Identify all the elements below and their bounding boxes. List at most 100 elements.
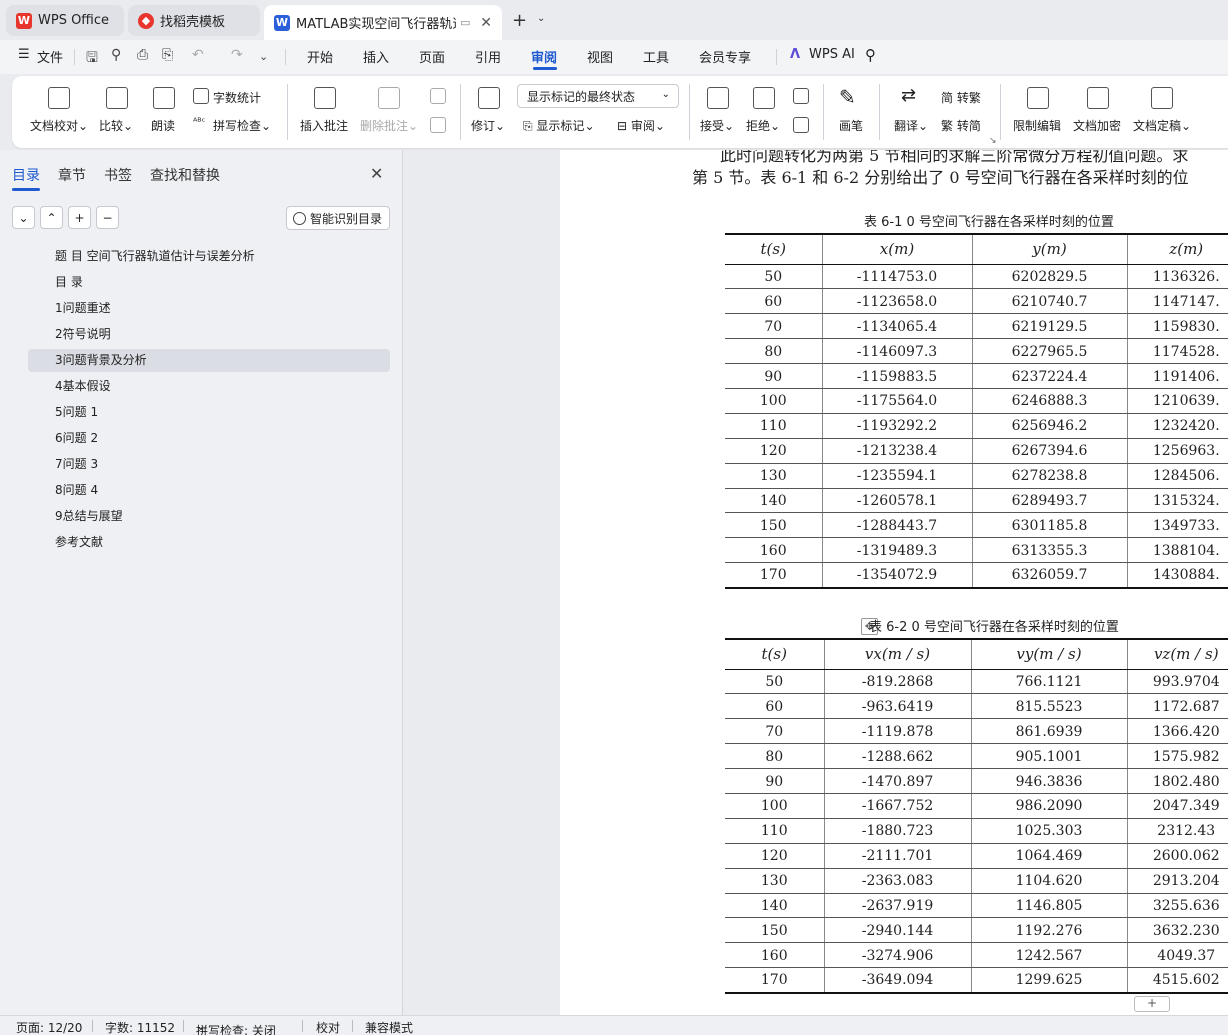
collapse-all-button[interactable]: ⌃ <box>40 206 63 229</box>
toc-item[interactable]: 题 目 空间飞行器轨道估计与误差分析 <box>28 245 390 268</box>
table-cell[interactable]: 160 <box>725 537 823 564</box>
table-cell[interactable]: 815.5523 <box>971 693 1128 720</box>
reject-button[interactable]: 拒绝⌄ <box>746 117 780 134</box>
table-cell[interactable]: 120 <box>725 438 823 464</box>
toc-item[interactable]: 2符号说明 <box>28 323 390 346</box>
table-cell[interactable]: 60 <box>725 693 825 720</box>
proofread-button[interactable]: 文档校对⌄ <box>30 117 88 134</box>
search-icon[interactable]: ⚲ <box>865 46 876 64</box>
read-aloud-button[interactable]: 朗读 <box>151 117 175 134</box>
menu-member[interactable]: 会员专享 <box>699 47 751 66</box>
table-cell[interactable]: 50 <box>725 669 825 695</box>
table-cell[interactable]: -1880.723 <box>824 818 972 844</box>
tab-current-document[interactable]: W MATLAB实现空间飞行器轨道估计 ▭ ✕ <box>264 5 502 40</box>
table-cell[interactable]: 1256963. <box>1127 438 1228 464</box>
print-preview-icon[interactable]: ⎘ <box>162 47 173 63</box>
table-cell[interactable]: -2111.701 <box>824 843 972 869</box>
table-cell[interactable]: 993.9704 <box>1127 669 1228 695</box>
restrict-editing-button[interactable]: 限制编辑 <box>1013 117 1061 134</box>
table-cell[interactable]: 946.3836 <box>971 768 1128 794</box>
table-cell[interactable]: -2637.919 <box>824 893 972 919</box>
table-cell[interactable]: 1147147. <box>1127 288 1228 315</box>
table-cell[interactable]: 1232420. <box>1127 413 1228 439</box>
table-cell[interactable]: 130 <box>725 868 825 894</box>
tab-docer-templates[interactable]: ◆ 找稻壳模板 <box>128 5 260 36</box>
table-cell[interactable]: 2600.062 <box>1127 843 1228 869</box>
table-cell[interactable]: 6326059.7 <box>972 562 1128 589</box>
table-cell[interactable]: -1114753.0 <box>822 264 973 290</box>
table-cell[interactable]: 2913.204 <box>1127 868 1228 894</box>
pen-button[interactable]: 画笔 <box>839 117 863 134</box>
table-cell[interactable]: 1430884. <box>1127 562 1228 589</box>
table-cell[interactable]: -1470.897 <box>824 768 972 794</box>
table-cell[interactable]: 1210639. <box>1127 388 1228 414</box>
table-cell[interactable]: 170 <box>725 967 825 994</box>
close-icon[interactable]: ✕ <box>370 164 383 183</box>
table-cell[interactable]: -3649.094 <box>824 967 972 994</box>
tab-wps-office[interactable]: W WPS Office <box>6 5 124 36</box>
table-cell[interactable]: 100 <box>725 388 823 414</box>
next-change-icon[interactable] <box>793 117 809 133</box>
table-cell[interactable]: -1319489.3 <box>822 537 973 564</box>
table-cell[interactable]: 1284506. <box>1127 463 1228 489</box>
menu-insert[interactable]: 插入 <box>363 47 389 66</box>
toc-item[interactable]: 4基本假设 <box>28 375 390 398</box>
toc-item[interactable]: 5问题 1 <box>28 401 390 424</box>
table-cell[interactable]: 1366.420 <box>1127 718 1228 745</box>
table-cell[interactable]: 1174528. <box>1127 338 1228 365</box>
table-cell[interactable]: 110 <box>725 818 825 844</box>
markup-display-select[interactable]: 显示标记的最终状态 ⌄ <box>517 84 679 108</box>
table-cell[interactable]: 120 <box>725 843 825 869</box>
table-cell[interactable]: 6227965.5 <box>972 338 1128 365</box>
compare-button[interactable]: 比较⌄ <box>99 117 133 134</box>
table-cell[interactable]: 986.2090 <box>971 793 1128 819</box>
table-cell[interactable]: 1575.982 <box>1127 743 1228 770</box>
menu-references[interactable]: 引用 <box>475 47 501 66</box>
table-cell[interactable]: 90 <box>725 363 823 389</box>
previous-comment-icon[interactable] <box>430 88 446 104</box>
table-cell[interactable]: 1349733. <box>1127 512 1228 539</box>
table-cell[interactable]: 140 <box>725 488 823 514</box>
menu-page[interactable]: 页面 <box>419 47 445 66</box>
table-cell[interactable]: 1315324. <box>1127 488 1228 514</box>
delete-comment-button[interactable]: 删除批注⌄ <box>360 117 418 134</box>
insert-comment-button[interactable]: 插入批注 <box>300 117 348 134</box>
table-cell[interactable]: 90 <box>725 768 825 794</box>
table-cell[interactable]: 60 <box>725 288 823 315</box>
share-icon[interactable]: ⚲ <box>111 47 121 63</box>
toc-item-selected[interactable]: 3问题背景及分析 <box>28 349 390 372</box>
toc-item[interactable]: 7问题 3 <box>28 453 390 476</box>
table-cell[interactable]: -819.2868 <box>824 669 972 695</box>
next-comment-icon[interactable] <box>430 117 446 133</box>
table-cell[interactable]: 1159830. <box>1127 313 1228 340</box>
menu-file[interactable]: 文件 <box>37 47 63 66</box>
table-cell[interactable]: 6256946.2 <box>972 413 1128 439</box>
spell-check-status[interactable]: 拼写检查: 关闭 ⌄ <box>196 1019 276 1035</box>
undo-icon[interactable]: ↶ <box>192 47 204 63</box>
toc-item[interactable]: 9总结与展望 <box>28 505 390 528</box>
table-cell[interactable]: 1192.276 <box>971 917 1128 944</box>
table-cell[interactable]: -1134065.4 <box>822 313 973 340</box>
table-cell[interactable]: 6219129.5 <box>972 313 1128 340</box>
table-cell[interactable]: 1388104. <box>1127 537 1228 564</box>
menu-review[interactable]: 审阅 <box>531 47 557 66</box>
table-cell[interactable]: 6246888.3 <box>972 388 1128 414</box>
table-cell[interactable]: 4049.37 <box>1127 942 1228 969</box>
table-cell[interactable]: 861.6939 <box>971 718 1128 745</box>
table-cell[interactable]: -1159883.5 <box>822 363 973 389</box>
add-heading-button[interactable]: + <box>68 206 91 229</box>
track-changes-button[interactable]: 修订⌄ <box>471 117 505 134</box>
table-cell[interactable]: 6289493.7 <box>972 488 1128 514</box>
table-cell[interactable]: 6278238.8 <box>972 463 1128 489</box>
page-indicator[interactable]: 页面: 12/20 <box>16 1019 82 1035</box>
table-cell[interactable]: 130 <box>725 463 823 489</box>
table-cell[interactable]: 1299.625 <box>971 967 1128 994</box>
redo-icon[interactable]: ↷ <box>231 47 243 63</box>
new-tab-button[interactable]: + <box>512 10 527 31</box>
table-cell[interactable]: -1260578.1 <box>822 488 973 514</box>
table-cell[interactable]: 6210740.7 <box>972 288 1128 315</box>
table-cell[interactable]: 110 <box>725 413 823 439</box>
save-icon[interactable]: 🖫 <box>86 47 98 71</box>
proofread-status[interactable]: 校对 <box>316 1019 340 1035</box>
table-cell[interactable]: 70 <box>725 718 825 745</box>
